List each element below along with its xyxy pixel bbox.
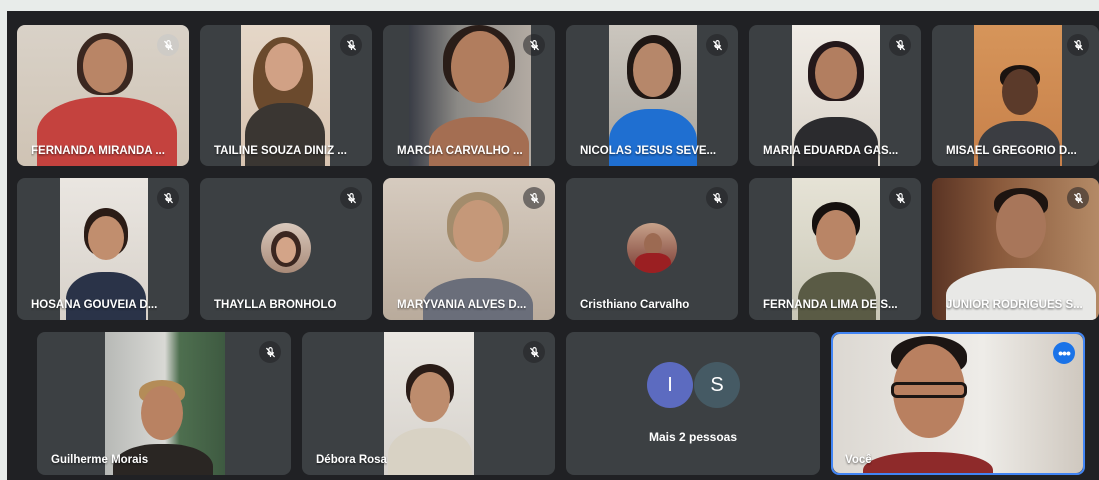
mic-off-icon xyxy=(157,187,179,209)
participant-tile-debora[interactable]: Débora Rosa xyxy=(302,332,555,475)
participant-tile-nicolas[interactable]: NICOLAS JESUS SEVE... xyxy=(566,25,738,166)
participant-name: MARIA EDUARDA GAS... xyxy=(763,145,899,157)
self-view-tile[interactable]: ••• Você xyxy=(831,332,1085,475)
mic-off-icon xyxy=(889,187,911,209)
avatar-s: S xyxy=(694,362,740,408)
participant-video xyxy=(384,332,474,475)
participant-avatar xyxy=(261,223,311,273)
participant-name: Guilherme Morais xyxy=(51,454,149,466)
participant-name: MARYVANIA ALVES D... xyxy=(397,299,527,311)
participant-tile-thaylla[interactable]: THAYLLA BRONHOLO xyxy=(200,178,372,320)
participant-name: Você xyxy=(845,454,872,466)
participant-tile-tailine[interactable]: TAILINE SOUZA DINIZ ... xyxy=(200,25,372,166)
mic-off-icon xyxy=(523,187,545,209)
more-participants-tile[interactable]: I S Mais 2 pessoas xyxy=(566,332,820,475)
participant-tile-fernanda-lima[interactable]: FERNANDA LIMA DE S... xyxy=(749,178,921,320)
more-options-icon[interactable]: ••• xyxy=(1053,342,1075,364)
participant-tile-hosana[interactable]: HOSANA GOUVEIA D... xyxy=(17,178,189,320)
meeting-grid: FERNANDA MIRANDA ... TAILINE SOUZA DINIZ… xyxy=(7,11,1099,480)
mic-off-icon xyxy=(1067,187,1089,209)
participant-tile-cristhiano[interactable]: Cristhiano Carvalho xyxy=(566,178,738,320)
participant-tile-fernanda-miranda[interactable]: FERNANDA MIRANDA ... xyxy=(17,25,189,166)
participant-name: FERNANDA LIMA DE S... xyxy=(763,299,898,311)
participant-video xyxy=(833,334,1083,473)
participant-name: HOSANA GOUVEIA D... xyxy=(31,299,158,311)
participant-tile-maria-eduarda[interactable]: MARIA EDUARDA GAS... xyxy=(749,25,921,166)
mic-off-icon xyxy=(340,34,362,56)
participant-tile-junior[interactable]: JUNIOR RODRIGUES S... xyxy=(932,178,1099,320)
participant-tile-misael[interactable]: MISAEL GREGORIO D... xyxy=(932,25,1099,166)
participant-name: MISAEL GREGORIO D... xyxy=(946,145,1077,157)
participant-tile-guilherme[interactable]: Guilherme Morais xyxy=(37,332,291,475)
mic-off-icon xyxy=(340,187,362,209)
mic-off-icon xyxy=(157,34,179,56)
participant-name: MARCIA CARVALHO ... xyxy=(397,145,523,157)
mic-off-icon xyxy=(523,341,545,363)
participant-name: Débora Rosa xyxy=(316,454,387,466)
participant-name: NICOLAS JESUS SEVE... xyxy=(580,145,717,157)
more-participants-label: Mais 2 pessoas xyxy=(648,430,738,444)
avatar-i: I xyxy=(647,362,693,408)
mic-off-icon xyxy=(259,341,281,363)
mic-off-icon xyxy=(889,34,911,56)
participant-name: Cristhiano Carvalho xyxy=(580,299,690,311)
participant-avatar xyxy=(627,223,677,273)
participant-tile-maryvania[interactable]: MARYVANIA ALVES D... xyxy=(383,178,555,320)
participant-name: FERNANDA MIRANDA ... xyxy=(31,145,165,157)
participant-tile-marcia[interactable]: MARCIA CARVALHO ... xyxy=(383,25,555,166)
mic-off-icon xyxy=(1067,34,1089,56)
mic-off-icon xyxy=(706,34,728,56)
participant-name: TAILINE SOUZA DINIZ ... xyxy=(214,145,347,157)
participant-name: THAYLLA BRONHOLO xyxy=(214,299,337,311)
mic-off-icon xyxy=(706,187,728,209)
participant-name: JUNIOR RODRIGUES S... xyxy=(946,299,1083,311)
mic-off-icon xyxy=(523,34,545,56)
